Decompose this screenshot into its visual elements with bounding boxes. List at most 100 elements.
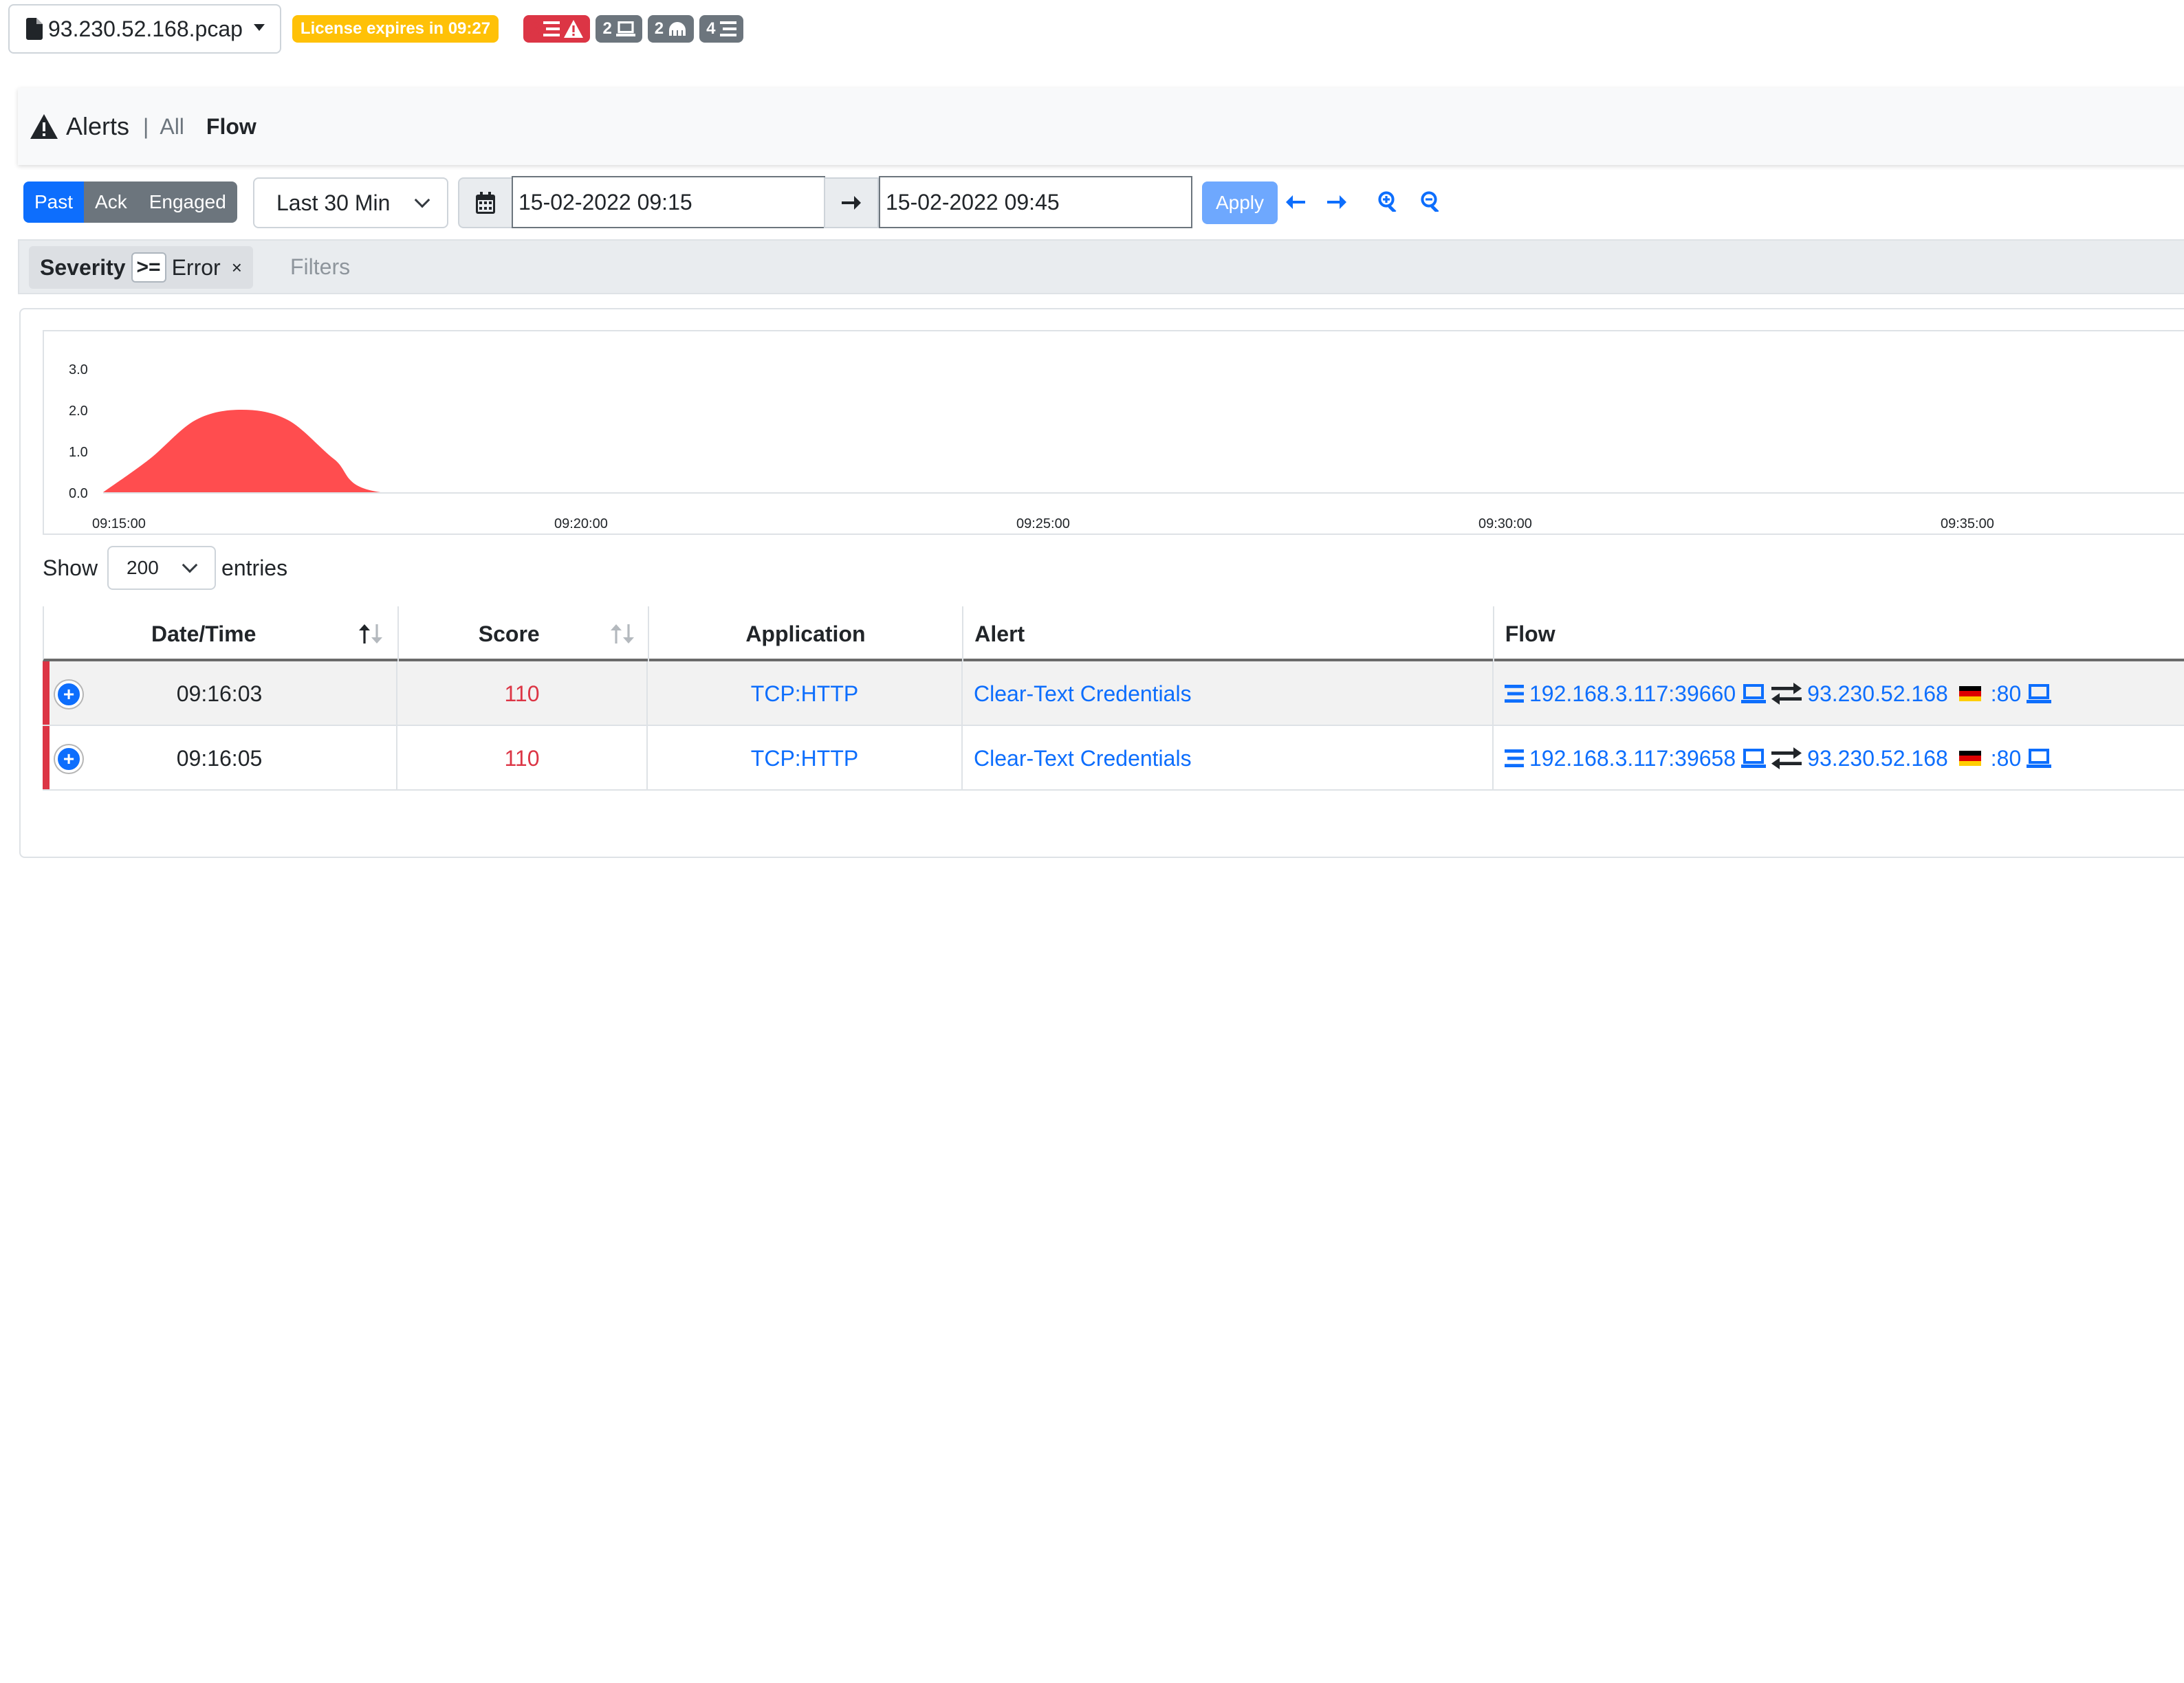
laptop-icon[interactable]: [2027, 749, 2052, 768]
pcap-dropdown[interactable]: 93.230.52.168.pcap: [8, 4, 281, 54]
top-bar: 93.230.52.168.pcap License expires in 09…: [8, 4, 743, 54]
col-datetime-label: Date/Time: [151, 621, 256, 646]
laptop-icon[interactable]: [1741, 684, 1767, 703]
hosts-badge[interactable]: 2: [596, 15, 642, 43]
flows-badge[interactable]: 4: [699, 15, 743, 43]
flows-icon[interactable]: [1505, 749, 1524, 767]
page-title: Alerts: [30, 112, 129, 141]
chevron-down-icon: [253, 24, 265, 31]
row-score: 110: [397, 726, 648, 791]
arrow-left-icon[interactable]: [1286, 195, 1305, 209]
badge-count: 4: [706, 19, 716, 38]
header-separator: |: [143, 113, 149, 139]
badge-count: 2: [654, 19, 664, 38]
row-alert-link[interactable]: Clear-Text Credentials: [974, 746, 1192, 771]
row-alert[interactable]: Clear-Text Credentials: [963, 661, 1494, 726]
src-ip-link[interactable]: 192.168.3.117: [1529, 681, 1668, 706]
zoom-in-icon[interactable]: [1378, 191, 1399, 212]
table-row[interactable]: + 09:16:05 110 TCP:HTTP Clear-Text Crede…: [43, 726, 2184, 791]
laptop-icon: [615, 21, 635, 36]
col-alert: Alert: [963, 606, 1494, 661]
src-port-link[interactable]: :39658: [1668, 746, 1736, 771]
badge-count: 2: [602, 19, 612, 38]
y-tick-label: 3.0: [69, 362, 88, 377]
time-range-select[interactable]: Last 30 Min: [253, 177, 448, 228]
arrow-right-icon[interactable]: [1327, 195, 1346, 209]
row-application[interactable]: TCP:HTTP: [648, 726, 963, 791]
col-datetime[interactable]: Date/Time: [44, 606, 399, 661]
row-application-link[interactable]: TCP:HTTP: [751, 746, 858, 771]
dst-port-link[interactable]: :80: [1991, 746, 2021, 771]
severity-filter-chip[interactable]: Severity >= Error ×: [29, 246, 253, 289]
filter-value: Error: [171, 254, 221, 280]
expand-row-button[interactable]: +: [55, 681, 83, 708]
row-application-link[interactable]: TCP:HTTP: [751, 681, 858, 707]
warning-icon: [564, 20, 584, 38]
dst-ip-link[interactable]: 93.230.52.168: [1807, 746, 1948, 771]
dst-ip-link[interactable]: 93.230.52.168: [1807, 681, 1948, 707]
pcap-name: 93.230.52.168.pcap: [48, 16, 243, 41]
tab-all[interactable]: All: [160, 114, 184, 140]
close-icon[interactable]: ×: [232, 257, 242, 278]
filter-field: Severity: [40, 254, 126, 280]
status-button-group: Past Ack Engaged: [23, 182, 237, 223]
dst-port-link[interactable]: :80: [1991, 681, 2021, 707]
expand-row-button[interactable]: +: [55, 745, 83, 773]
src-port-link[interactable]: :39660: [1668, 681, 1736, 706]
germany-flag-icon: [1958, 751, 1981, 766]
row-flow: 192.168.3.117:39660 93.230.52.168 :80: [1494, 661, 2184, 726]
col-application-label: Application: [745, 621, 866, 646]
calendar-icon: [476, 192, 495, 214]
arrow-right-icon: [842, 196, 861, 210]
tab-flow[interactable]: Flow: [206, 114, 256, 140]
date-range-arrow: [824, 177, 879, 228]
alerts-table: Date/Time Score Application Alert Flow +…: [43, 606, 2184, 791]
past-button[interactable]: Past: [23, 182, 85, 223]
calendar-button[interactable]: [458, 177, 513, 228]
laptop-icon[interactable]: [1741, 749, 1767, 768]
row-alert[interactable]: Clear-Text Credentials: [963, 726, 1494, 791]
bidirectional-arrows-icon: [1771, 683, 1802, 705]
license-badge: License expires in 09:27: [292, 15, 499, 43]
y-tick-label: 0.0: [69, 486, 88, 501]
alert-flows-badge[interactable]: 2: [523, 15, 591, 43]
y-tick-label: 1.0: [69, 445, 88, 460]
row-application[interactable]: TCP:HTTP: [648, 661, 963, 726]
row-alert-link[interactable]: Clear-Text Credentials: [974, 681, 1192, 707]
laptop-icon[interactable]: [2027, 684, 2052, 703]
alerts-chart: 0.0 1.0 2.0 3.0 09:15:00 09:20:00 09:25:00 09:3…: [43, 330, 2184, 535]
chevron-down-icon: [414, 192, 430, 208]
apply-button[interactable]: Apply: [1202, 182, 1278, 224]
germany-flag-icon: [1958, 686, 1981, 701]
table-header: Date/Time Score Application Alert Flow: [43, 606, 2184, 661]
filters-input[interactable]: Filters: [290, 254, 350, 280]
ack-button[interactable]: Ack: [84, 182, 138, 223]
flows-icon: [543, 21, 560, 36]
row-time: 09:16:03: [176, 681, 263, 706]
y-tick-label: 2.0: [69, 404, 88, 419]
filter-bar: Severity >= Error × Filters: [18, 239, 2184, 294]
networks-badge[interactable]: 2: [647, 15, 695, 43]
x-tick-label: 09:35:00: [1941, 516, 1994, 531]
file-icon: [26, 18, 43, 40]
col-score[interactable]: Score: [399, 606, 649, 661]
entries-select[interactable]: 200: [107, 546, 217, 590]
page-header: Alerts | All Flow: [18, 88, 2184, 165]
entries-label: entries: [221, 555, 288, 580]
col-alert-label: Alert: [974, 621, 1025, 646]
row-score-value: 110: [504, 681, 540, 706]
src-ip-link[interactable]: 192.168.3.117: [1529, 746, 1668, 771]
date-to-input[interactable]: 15-02-2022 09:45: [879, 176, 1192, 228]
flows-icon[interactable]: [1505, 685, 1524, 703]
col-application: Application: [649, 606, 964, 661]
col-score-label: Score: [478, 621, 540, 646]
show-label: Show: [43, 555, 98, 580]
date-from-input[interactable]: 15-02-2022 09:15: [512, 176, 825, 228]
table-row[interactable]: + 09:16:03 110 TCP:HTTP Clear-Text Crede…: [43, 661, 2184, 726]
alerts-title: Alerts: [66, 112, 130, 140]
bidirectional-arrows-icon: [1771, 747, 1802, 769]
filter-operator[interactable]: >=: [131, 252, 166, 283]
engaged-button[interactable]: Engaged: [138, 182, 237, 223]
zoom-out-icon[interactable]: [1421, 191, 1441, 212]
entries-control: Show 200 entries: [43, 546, 287, 590]
